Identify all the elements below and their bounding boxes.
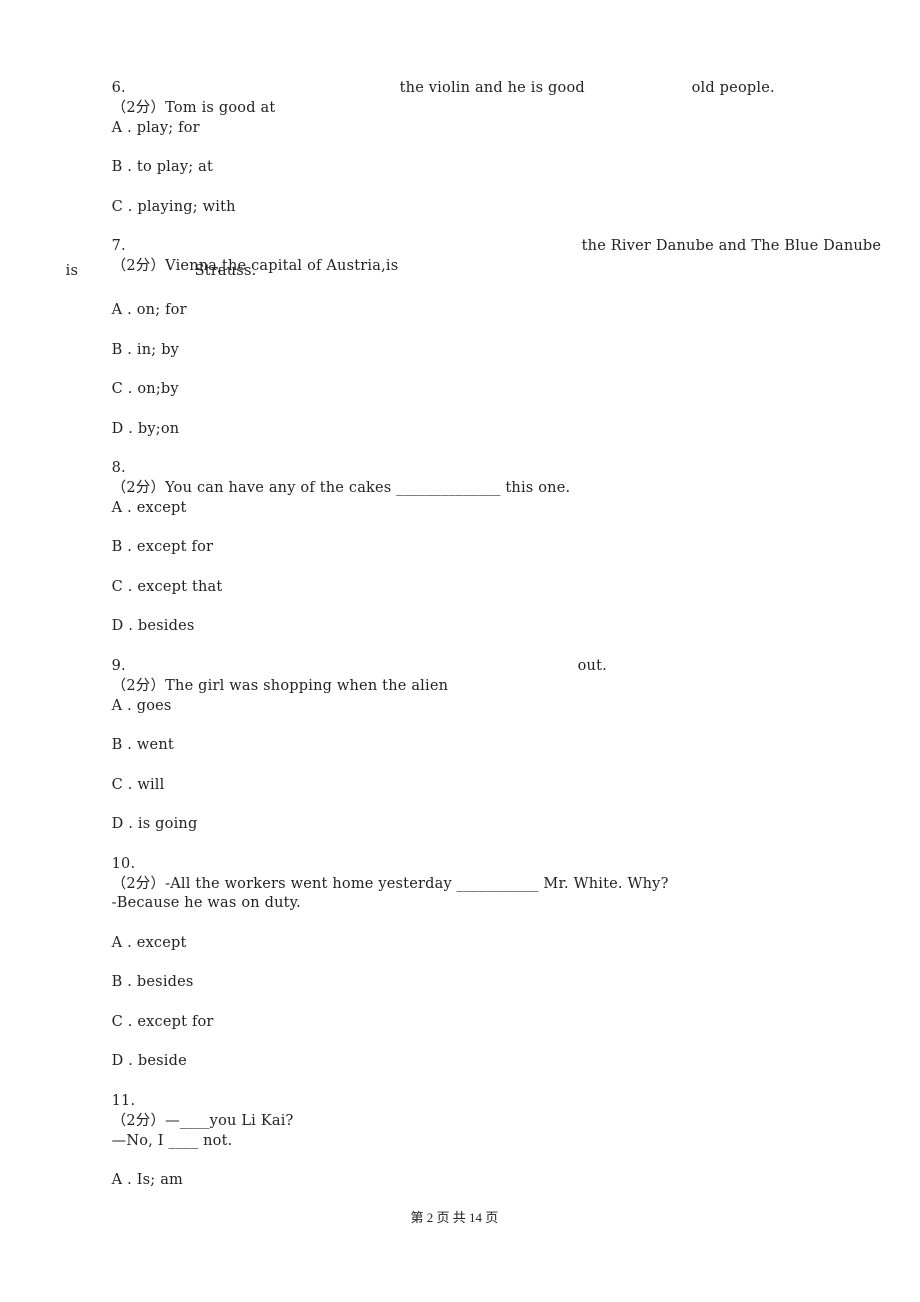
stem-text: Strauss. xyxy=(194,263,257,279)
question-number: 8. xyxy=(111,460,126,476)
option-letter: C . xyxy=(111,381,133,397)
question-6-stem-end: old people. xyxy=(682,58,775,98)
option-item: B . to play; at xyxy=(102,137,213,177)
question-number: 6. xyxy=(111,80,126,96)
question-6-stem-cont: the violin and he is good xyxy=(390,58,585,98)
stem-text: the River Danube and The Blue Danube xyxy=(581,238,882,254)
option-item: C . will xyxy=(102,755,165,795)
option-text: by;on xyxy=(137,421,180,437)
stem-text: the violin and he is good xyxy=(399,80,585,96)
option-text: went xyxy=(136,737,174,753)
option-letter: C . xyxy=(111,199,133,215)
option-item: B . besides xyxy=(102,952,194,992)
stem-text: Mr. White. Why? xyxy=(543,876,669,892)
option-letter: B . xyxy=(111,342,133,358)
option-item: C . playing; with xyxy=(102,177,236,217)
question-11-stem-line2: —No, I ____ not. xyxy=(102,1111,233,1151)
option-item: A . Is; am xyxy=(102,1150,183,1190)
option-text: beside xyxy=(137,1053,187,1069)
option-item: C . except that xyxy=(102,557,223,597)
option-letter: B . xyxy=(111,737,133,753)
option-item: A . except xyxy=(102,478,187,518)
option-letter: B . xyxy=(111,159,133,175)
option-text: is going xyxy=(137,816,198,832)
option-item: B . in; by xyxy=(102,320,179,360)
option-letter: C . xyxy=(111,777,133,793)
option-letter: D . xyxy=(111,816,134,832)
question-9-stem-end: out. xyxy=(568,636,607,676)
question-number: 7. xyxy=(111,238,126,254)
question-7-stem-line2-end: Strauss. xyxy=(185,241,257,281)
option-item: D . beside xyxy=(102,1031,187,1071)
option-text: except for xyxy=(136,539,214,555)
stem-text: this one. xyxy=(505,480,571,496)
option-text: playing; with xyxy=(137,199,236,215)
option-item: A . goes xyxy=(102,676,172,716)
option-letter: C . xyxy=(111,1014,133,1030)
option-item: B . except for xyxy=(102,517,213,557)
option-letter: A . xyxy=(111,698,132,714)
option-item: A . play; for xyxy=(102,98,200,138)
option-letter: B . xyxy=(111,539,133,555)
option-letter: A . xyxy=(111,120,132,136)
question-score: （2分） xyxy=(111,258,166,274)
question-7-stem-cont: the River Danube and The Blue Danube xyxy=(572,216,881,256)
page-footer: 第 2 页 共 14 页 xyxy=(404,1191,499,1227)
question-number: 11. xyxy=(111,1093,136,1109)
option-text: except for xyxy=(137,1014,214,1030)
stem-text: —No, I ____ not. xyxy=(111,1133,233,1149)
option-letter: C . xyxy=(111,579,133,595)
option-item: C . on;by xyxy=(102,359,179,399)
question-number: 10. xyxy=(111,856,136,872)
option-text: except xyxy=(136,500,187,516)
option-item: A . except xyxy=(102,913,187,953)
option-item: D . by;on xyxy=(102,399,180,439)
option-item: B . went xyxy=(102,715,174,755)
option-text: goes xyxy=(136,698,172,714)
option-item: D . besides xyxy=(102,596,195,636)
option-text: on;by xyxy=(137,381,179,397)
option-letter: D . xyxy=(111,1053,134,1069)
option-text: play; for xyxy=(136,120,200,136)
question-7-stem-line2: is xyxy=(56,241,78,281)
page-number: 第 2 页 共 14 页 xyxy=(410,1210,499,1225)
option-letter: A . xyxy=(111,500,132,516)
option-text: Is; am xyxy=(136,1172,183,1188)
question-10-stem-line2: -Because he was on duty. xyxy=(102,873,301,913)
question-number: 9. xyxy=(111,658,126,674)
stem-text: old people. xyxy=(691,80,775,96)
answer-blank: ______________ xyxy=(396,480,501,496)
option-text: besides xyxy=(136,974,194,990)
option-text: except xyxy=(136,935,187,951)
stem-text: is xyxy=(65,263,79,279)
option-text: to play; at xyxy=(136,159,214,175)
stem-text: -Because he was on duty. xyxy=(111,895,301,911)
option-letter: D . xyxy=(111,618,134,634)
option-item: C . except for xyxy=(102,992,214,1032)
option-text: in; by xyxy=(136,342,180,358)
option-text: will xyxy=(137,777,165,793)
option-letter: A . xyxy=(111,1172,132,1188)
option-text: besides xyxy=(137,618,195,634)
option-letter: A . xyxy=(111,935,132,951)
stem-text: You can have any of the cakes xyxy=(165,480,392,496)
stem-text: The girl was shopping when the alien xyxy=(165,678,449,694)
option-letter: A . xyxy=(111,302,132,318)
option-text: except that xyxy=(137,579,223,595)
option-item: A . on; for xyxy=(102,280,187,320)
option-letter: B . xyxy=(111,974,133,990)
stem-text: out. xyxy=(577,658,607,674)
option-letter: D . xyxy=(111,421,134,437)
answer-blank: ___________ xyxy=(456,876,539,892)
option-item: D . is going xyxy=(102,794,198,834)
option-text: on; for xyxy=(136,302,187,318)
